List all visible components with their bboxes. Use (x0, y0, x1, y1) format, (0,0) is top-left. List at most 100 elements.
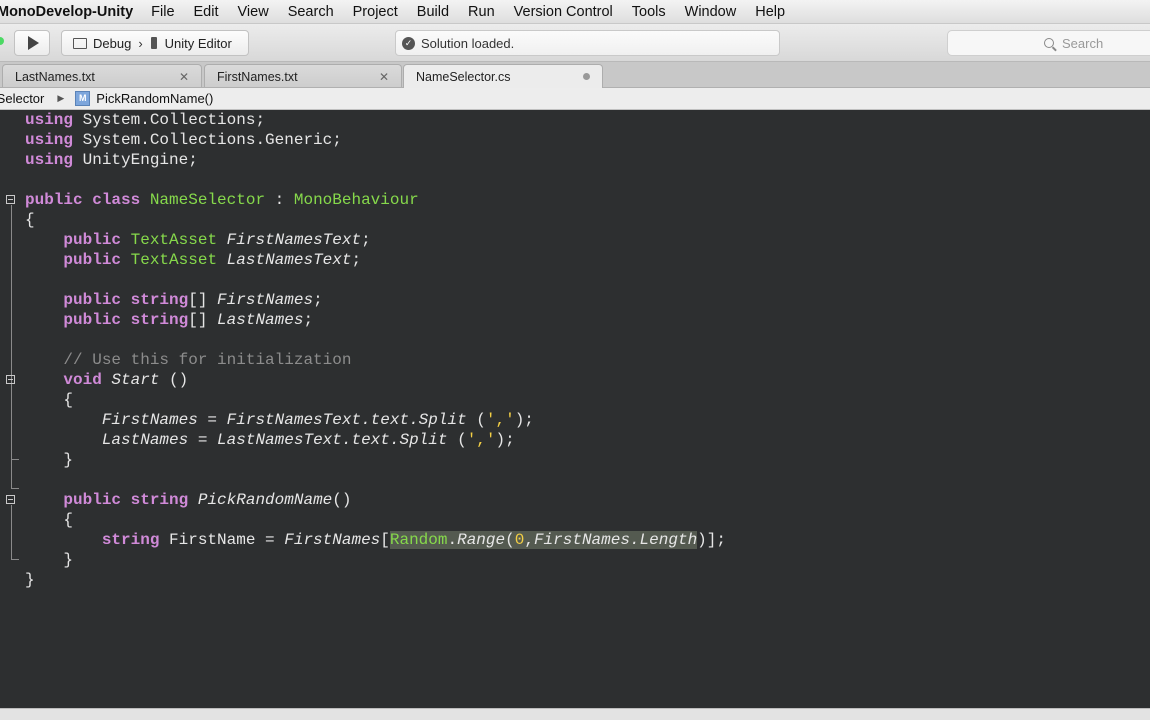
selected-code-token: . (447, 531, 458, 549)
menu-search[interactable]: Search (288, 4, 334, 20)
run-button[interactable] (14, 30, 50, 56)
code-line[interactable]: using System.Collections.Generic; (25, 130, 726, 150)
code-token: } (25, 571, 35, 589)
code-token: { (25, 511, 74, 529)
tab-lastnames[interactable]: LastNames.txt ✕ (2, 64, 202, 87)
code-line[interactable]: public string PickRandomName() (25, 490, 726, 510)
code-token: = (188, 431, 218, 449)
code-token: string (101, 531, 160, 549)
device-icon (150, 37, 157, 49)
menu-edit[interactable]: Edit (194, 4, 219, 20)
code-token: ',' (466, 431, 496, 449)
code-token: [] (188, 311, 218, 329)
unsaved-dot-icon[interactable] (583, 73, 590, 80)
chevron-right-icon: ▶ (57, 93, 65, 103)
status-text: Solution loaded. (421, 35, 515, 51)
app-name-menu[interactable]: MonoDevelop-Unity (0, 4, 133, 20)
running-indicator-icon (0, 37, 4, 45)
toolbar: Debug › Unity Editor ✓ Solution loaded. … (0, 24, 1150, 62)
configuration-selector[interactable]: Debug › Unity Editor (61, 30, 249, 56)
code-token: public string (63, 491, 189, 509)
selected-code-token: , (524, 531, 534, 549)
menu-help[interactable]: Help (755, 4, 785, 20)
code-line[interactable] (25, 470, 726, 490)
code-token: // Use this for initialization (63, 351, 352, 369)
code-line[interactable]: public class NameSelector : MonoBehaviou… (25, 190, 726, 210)
method-icon: M (75, 91, 91, 106)
code-line[interactable]: } (25, 450, 726, 470)
menu-run[interactable]: Run (468, 4, 495, 20)
code-line[interactable]: using System.Collections; (25, 110, 726, 130)
tab-label: LastNames.txt (15, 70, 95, 84)
code-line[interactable]: string FirstName = FirstNames[Random.Ran… (25, 530, 726, 550)
code-line[interactable]: } (25, 570, 726, 590)
chevron-right-icon: › (138, 35, 143, 51)
breadcrumb-method[interactable]: PickRandomName() (96, 91, 213, 106)
menu-build[interactable]: Build (417, 4, 449, 20)
menu-bar: MonoDevelop-Unity File Edit View Search … (0, 0, 1150, 24)
fold-gutter (0, 110, 22, 708)
code-token: Start (111, 371, 160, 389)
code-line[interactable]: public string[] LastNames; (25, 310, 726, 330)
code-line[interactable]: // Use this for initialization (25, 350, 726, 370)
code-token: PickRandomName (197, 491, 333, 509)
code-line[interactable]: public TextAsset FirstNamesText; (25, 230, 726, 250)
code-token: MonoBehaviour (293, 191, 419, 209)
search-field[interactable]: Search (947, 30, 1150, 56)
code-line[interactable]: FirstNames = FirstNamesText.text.Split (… (25, 410, 726, 430)
code-token: public string (63, 291, 189, 309)
code-line[interactable]: { (25, 510, 726, 530)
code-line[interactable]: using UnityEngine; (25, 150, 726, 170)
code-line[interactable] (25, 170, 726, 190)
breadcrumb-class[interactable]: NameSelector (0, 91, 44, 106)
selected-code-token: FirstNames.Length (533, 531, 698, 549)
code-line[interactable]: public TextAsset LastNamesText; (25, 250, 726, 270)
fold-end (11, 559, 19, 560)
close-icon[interactable]: ✕ (379, 65, 389, 89)
code-line[interactable]: void Start () (25, 370, 726, 390)
code-line[interactable]: public string[] FirstNames; (25, 290, 726, 310)
search-icon (1044, 38, 1054, 48)
menu-project[interactable]: Project (353, 4, 398, 20)
code-token: LastNamesText (226, 251, 352, 269)
code-line[interactable]: LastNames = LastNamesText.text.Split (',… (25, 430, 726, 450)
collapse-icon[interactable] (6, 195, 15, 204)
fold-line (11, 505, 12, 559)
menu-version-control[interactable]: Version Control (514, 4, 613, 20)
code-token: using (25, 111, 74, 129)
code-token: LastNamesText.text.Split (217, 431, 448, 449)
window-icon (73, 37, 87, 49)
code-token: ; (313, 291, 323, 309)
configuration-label: Debug (93, 35, 132, 51)
menu-view[interactable]: View (238, 4, 269, 20)
menu-tools[interactable]: Tools (632, 4, 666, 20)
code-line[interactable]: { (25, 210, 726, 230)
close-icon[interactable]: ✕ (179, 65, 189, 89)
code-line[interactable] (25, 270, 726, 290)
code-editor[interactable]: using System.Collections; using System.Co… (0, 110, 1150, 708)
source-code[interactable]: using System.Collections; using System.Co… (25, 110, 726, 590)
collapse-icon[interactable] (6, 495, 15, 504)
code-line[interactable]: } (25, 550, 726, 570)
search-placeholder: Search (1062, 35, 1104, 51)
menu-window[interactable]: Window (685, 4, 737, 20)
selected-code-token: Range (457, 531, 506, 549)
code-line[interactable]: { (25, 390, 726, 410)
selected-code-token: 0 (514, 531, 525, 549)
tab-firstnames[interactable]: FirstNames.txt ✕ (204, 64, 402, 87)
code-token: using (25, 131, 74, 149)
tab-nameselector[interactable]: NameSelector.cs (403, 64, 603, 88)
collapse-icon[interactable] (6, 375, 15, 384)
code-line[interactable] (25, 330, 726, 350)
selected-code-token: Random (389, 531, 448, 549)
menu-file[interactable]: File (151, 4, 174, 20)
